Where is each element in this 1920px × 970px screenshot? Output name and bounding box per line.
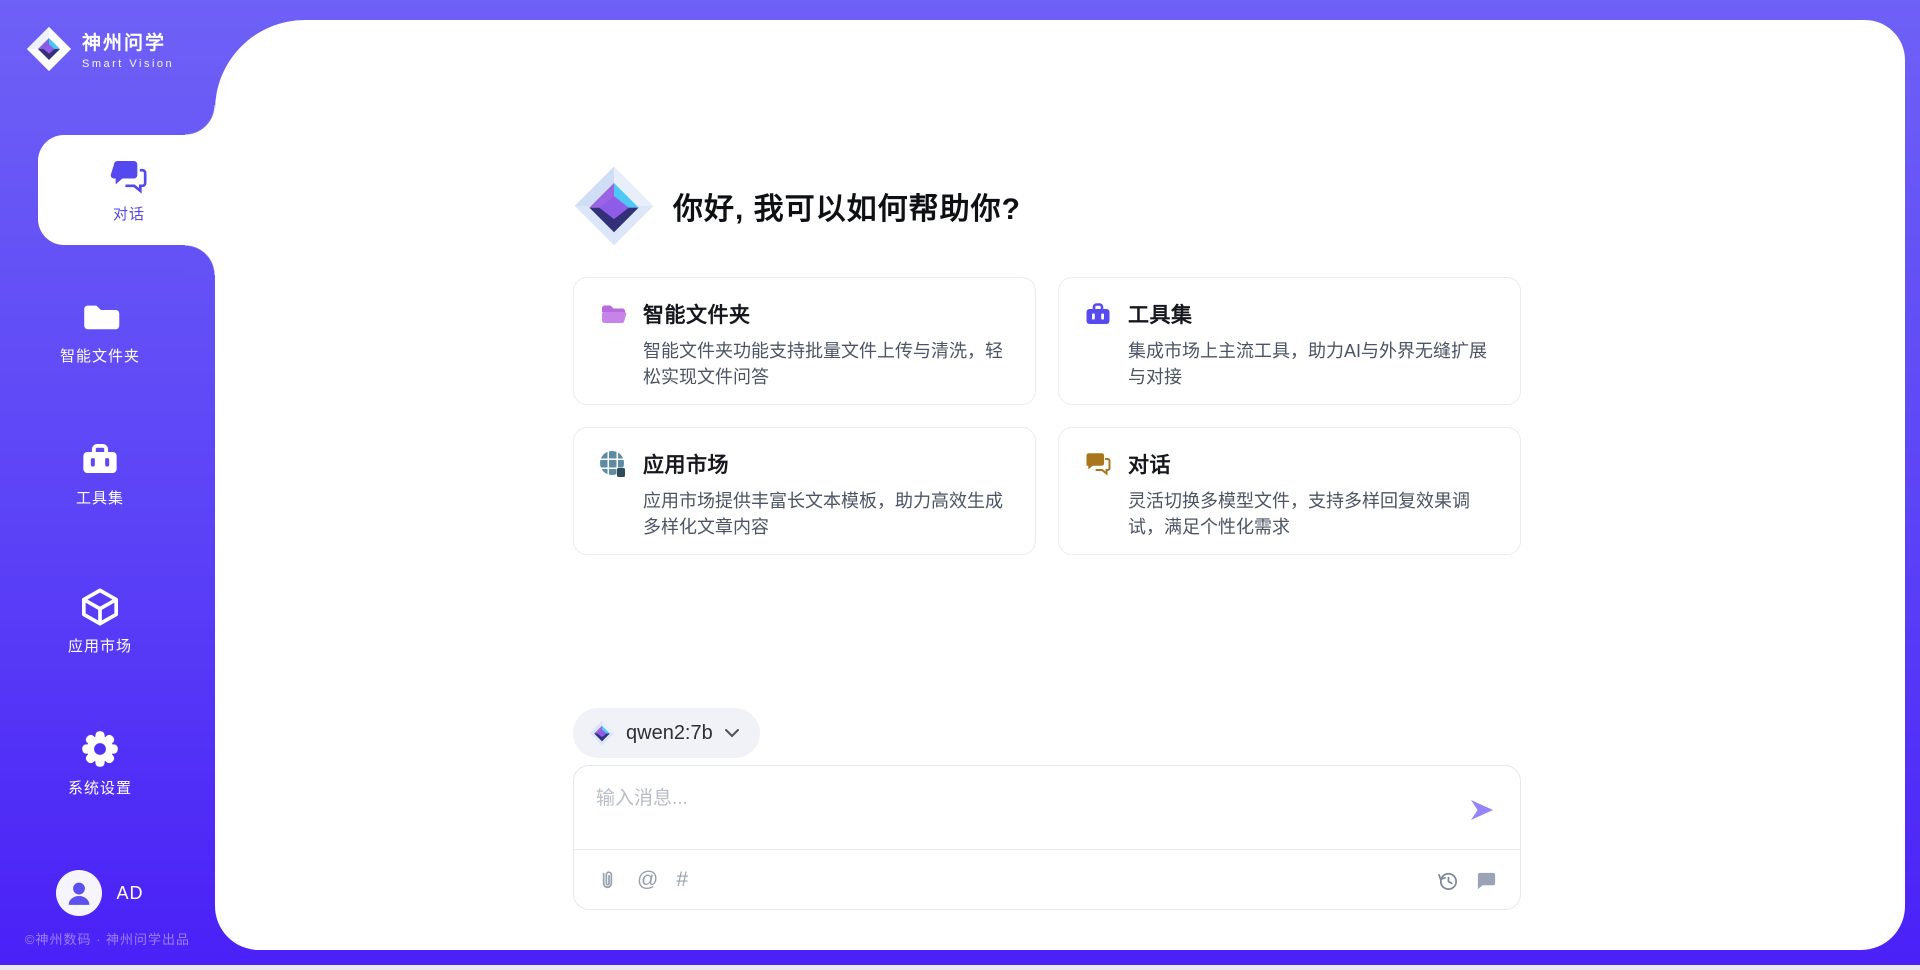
topic-button[interactable]: #: [676, 867, 688, 893]
composer-toolbar: @ #: [574, 850, 1520, 910]
sidebar-item-label: 系统设置: [68, 777, 132, 798]
cube-icon: [79, 586, 121, 628]
at-icon: @: [637, 868, 658, 892]
copyright-text: ©神州数码 · 神州问学出品: [0, 929, 215, 948]
briefcase-icon: [79, 438, 121, 480]
card-description: 应用市场提供丰富长文本模板，助力高效生成多样化文章内容: [643, 488, 1009, 540]
app-screen: 你好, 我可以如何帮助你? 智能文件夹 智能文件夹功能支持批量文件上传与清洗，轻…: [0, 0, 1920, 970]
brand-diamond-icon: [573, 162, 655, 250]
message-composer: @ #: [573, 765, 1521, 910]
person-icon: [62, 876, 96, 910]
sidebar-item-label: 智能文件夹: [60, 345, 140, 366]
sidebar-item-label: 工具集: [76, 487, 124, 508]
hash-icon: #: [676, 868, 688, 892]
card-app-market[interactable]: 应用市场 应用市场提供丰富长文本模板，助力高效生成多样化文章内容: [573, 427, 1036, 555]
sidebar-item-app-market[interactable]: 应用市场: [0, 586, 200, 656]
main-content: 你好, 我可以如何帮助你? 智能文件夹 智能文件夹功能支持批量文件上传与清洗，轻…: [573, 20, 1521, 950]
card-title: 对话: [1128, 449, 1171, 479]
card-description: 灵活切换多模型文件，支持多样回复效果调试，满足个性化需求: [1128, 488, 1494, 540]
attach-button[interactable]: [596, 867, 619, 893]
card-smart-folder[interactable]: 智能文件夹 智能文件夹功能支持批量文件上传与清洗，轻松实现文件问答: [573, 277, 1036, 405]
sidebar-item-toolset[interactable]: 工具集: [0, 438, 200, 508]
paperclip-icon: [596, 869, 619, 892]
card-title: 应用市场: [643, 449, 729, 479]
send-button[interactable]: [1468, 796, 1496, 824]
chat-bubbles-icon: [1084, 450, 1112, 478]
feature-cards: 智能文件夹 智能文件夹功能支持批量文件上传与清洗，轻松实现文件问答 工具集: [573, 277, 1521, 555]
chevron-down-icon: [724, 728, 740, 738]
card-description: 集成市场上主流工具，助力AI与外界无缝扩展与对接: [1128, 338, 1494, 390]
greeting-block: 你好, 我可以如何帮助你?: [573, 162, 1021, 250]
conversation-button[interactable]: [1475, 867, 1498, 893]
history-button[interactable]: [1436, 867, 1459, 893]
card-description: 智能文件夹功能支持批量文件上传与清洗，轻松实现文件问答: [643, 338, 1009, 390]
sidebar-item-label: 应用市场: [68, 635, 132, 656]
main-panel: 你好, 我可以如何帮助你? 智能文件夹 智能文件夹功能支持批量文件上传与清洗，轻…: [215, 20, 1905, 950]
message-input[interactable]: [594, 781, 1438, 843]
card-chat[interactable]: 对话 灵活切换多模型文件，支持多样回复效果调试，满足个性化需求: [1058, 427, 1521, 555]
card-toolset[interactable]: 工具集 集成市场上主流工具，助力AI与外界无缝扩展与对接: [1058, 277, 1521, 405]
brand-logo-icon: [26, 26, 72, 72]
briefcase-icon: [1084, 300, 1112, 328]
brand-name: 神州问学: [82, 28, 174, 55]
brand-subtitle: Smart Vision: [82, 58, 174, 70]
model-selector[interactable]: qwen2:7b: [573, 708, 760, 758]
sidebar: 神州问学 Smart Vision 智能文件夹 工具集 应: [0, 0, 215, 970]
gear-icon: [79, 728, 121, 770]
user-label: AD: [116, 883, 143, 904]
mosaic-globe-icon: [599, 450, 627, 478]
bottom-strip: [0, 965, 1920, 970]
history-icon: [1436, 869, 1459, 892]
card-title: 工具集: [1128, 299, 1193, 329]
mention-button[interactable]: @: [637, 867, 658, 893]
user-account[interactable]: AD: [0, 870, 200, 916]
model-brand-icon: [589, 720, 615, 746]
page-title: 你好, 我可以如何帮助你?: [673, 184, 1021, 228]
avatar: [56, 870, 102, 916]
sidebar-item-settings[interactable]: 系统设置: [0, 728, 200, 798]
send-arrow-icon: [1468, 796, 1496, 824]
model-name: qwen2:7b: [626, 722, 713, 745]
brand-block: 神州问学 Smart Vision: [0, 0, 215, 72]
chat-bubble-icon: [1475, 869, 1498, 892]
card-title: 智能文件夹: [643, 299, 751, 329]
sidebar-item-smart-folder[interactable]: 智能文件夹: [0, 296, 200, 366]
folder-icon: [79, 296, 121, 338]
folder-icon: [599, 300, 627, 328]
